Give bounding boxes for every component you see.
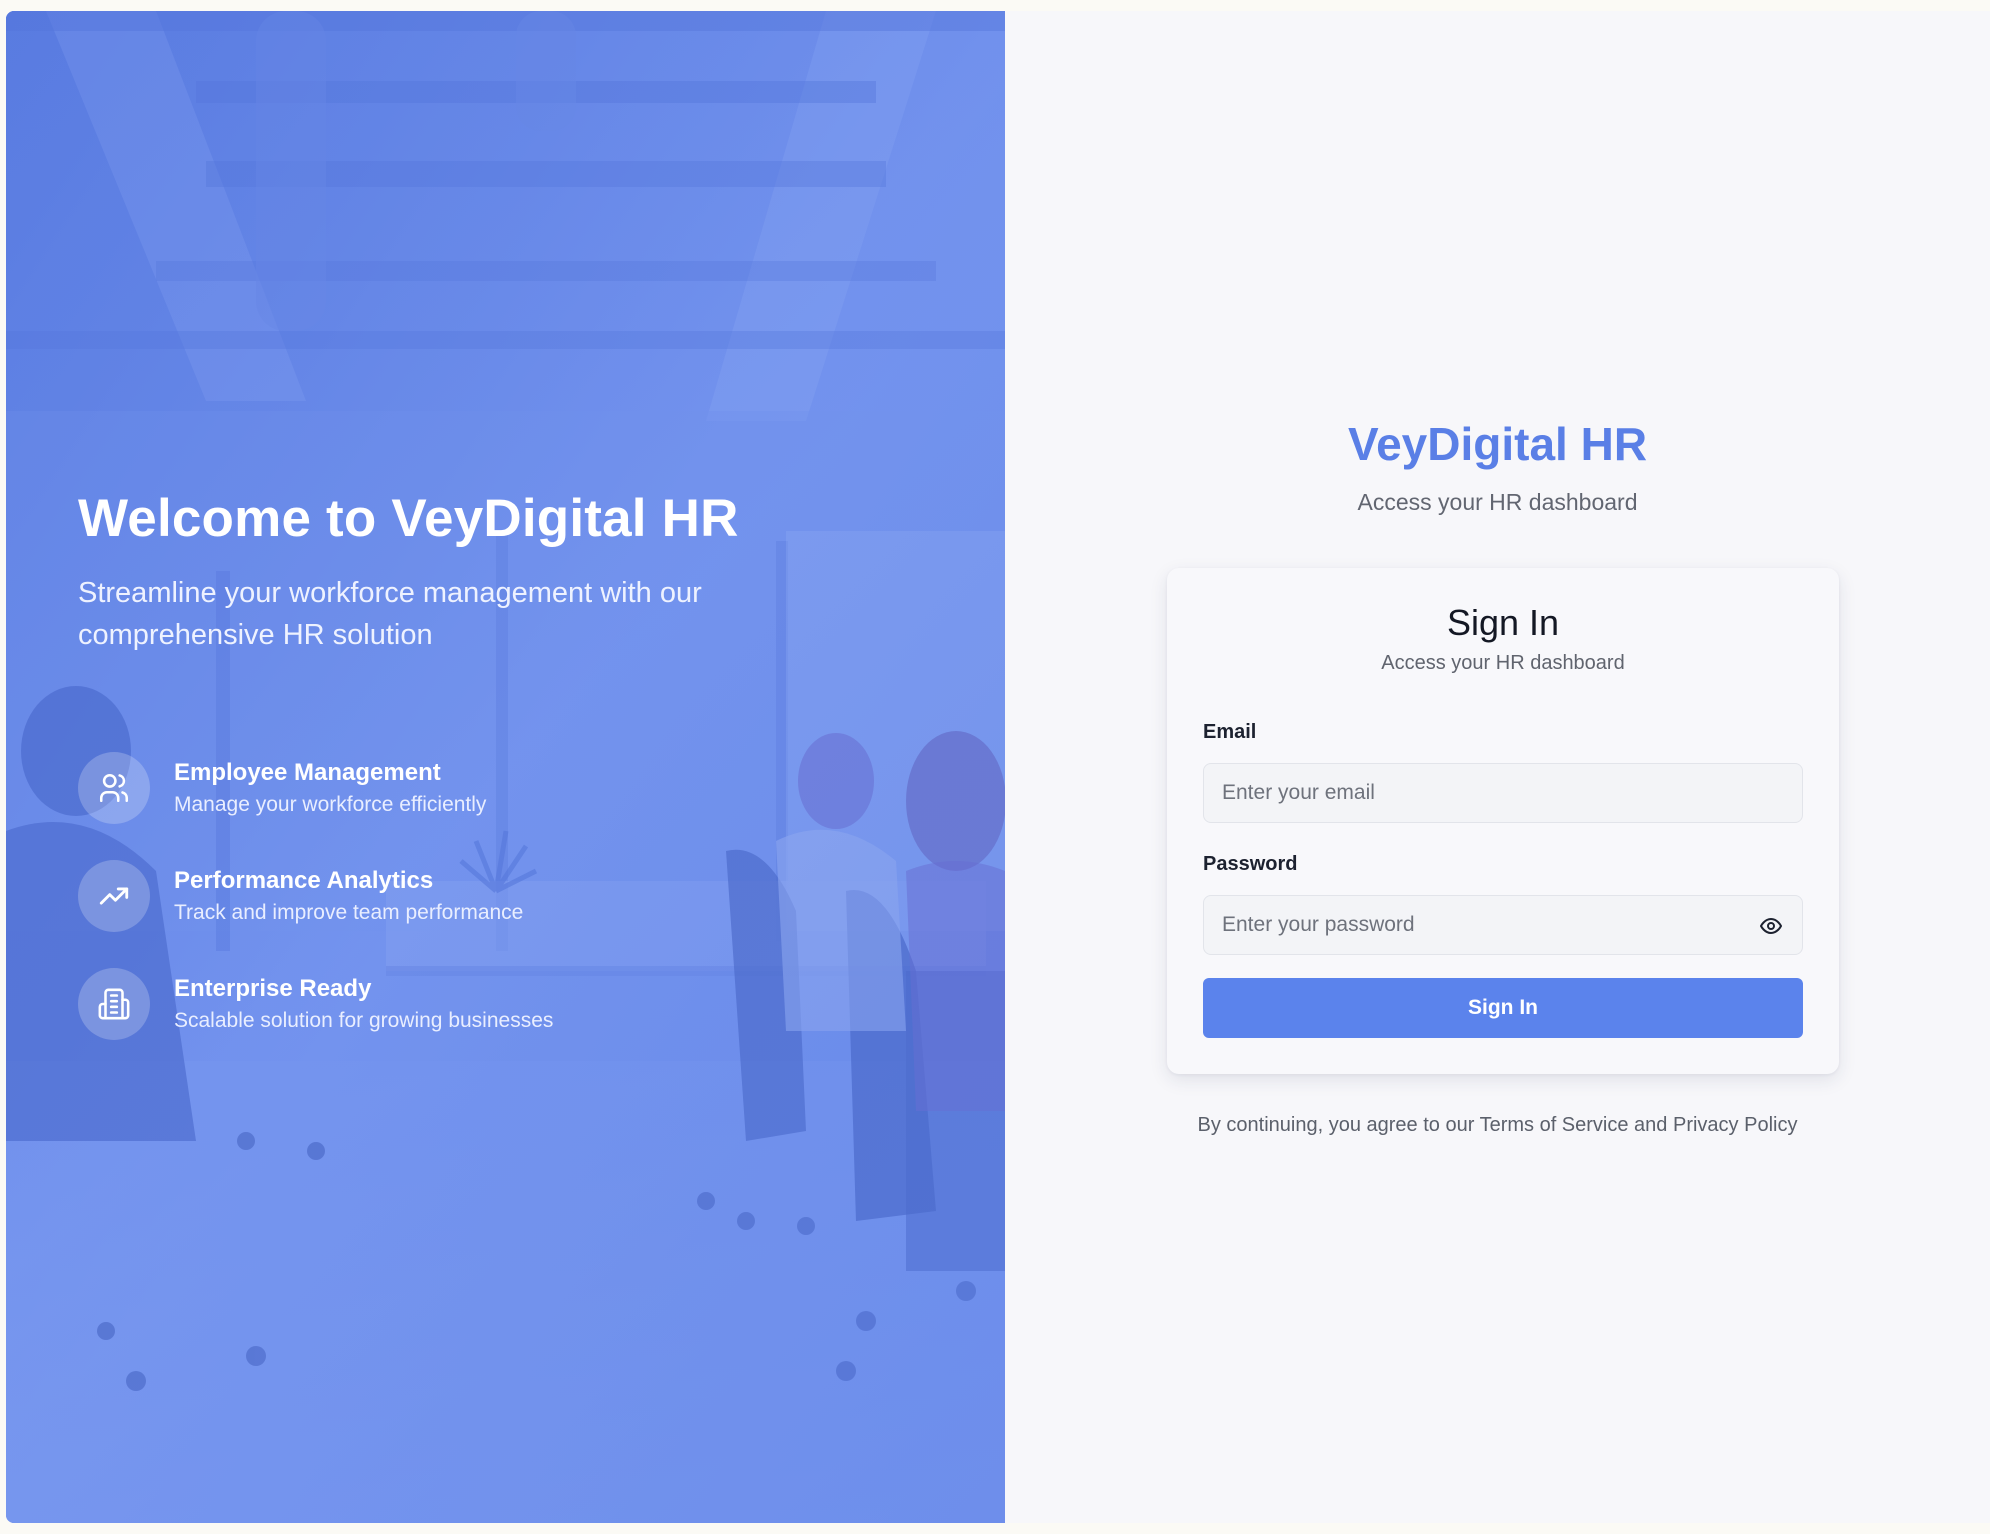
sign-in-button[interactable]: Sign In bbox=[1203, 978, 1803, 1038]
password-placeholder: Enter your password bbox=[1222, 913, 1415, 936]
eye-icon[interactable] bbox=[1758, 914, 1784, 938]
hero-subtitle: Streamline your workforce management wit… bbox=[78, 576, 702, 651]
feature-item: Performance Analytics Track and improve … bbox=[78, 859, 938, 932]
feature-title: Performance Analytics bbox=[174, 866, 434, 894]
feature-description: Track and improve team performance bbox=[174, 900, 524, 924]
email-label: Email bbox=[1203, 721, 1257, 743]
brand-subtitle: Access your HR dashboard bbox=[1357, 489, 1638, 515]
feature-text: Enterprise Ready Scalable solution for g… bbox=[174, 974, 553, 1036]
hero-panel: Welcome to VeyDigital HR Streamline your… bbox=[6, 11, 1005, 1523]
login-page: Welcome to VeyDigital HR Streamline your… bbox=[6, 11, 1990, 1523]
card-subtitle: Access your HR dashboard bbox=[1381, 652, 1625, 674]
feature-text: Performance Analytics Track and improve … bbox=[174, 866, 523, 928]
feature-title: Employee Management bbox=[174, 758, 441, 786]
feature-list: Employee Management Manage your workforc… bbox=[78, 751, 938, 1040]
feature-item: Employee Management Manage your workforc… bbox=[78, 751, 938, 824]
brand-title: VeyDigital HR bbox=[1347, 418, 1648, 470]
feature-description: Scalable solution for growing businesses bbox=[174, 1008, 554, 1032]
card-title: Sign In bbox=[1446, 602, 1560, 643]
building-icon bbox=[78, 967, 150, 1040]
password-label: Password bbox=[1203, 853, 1298, 875]
sign-in-card: Sign In Access your HR dashboard Email E… bbox=[1167, 568, 1839, 1074]
hero-title: Welcome to VeyDigital HR bbox=[78, 489, 739, 548]
feature-item: Enterprise Ready Scalable solution for g… bbox=[78, 967, 938, 1040]
feature-title: Enterprise Ready bbox=[174, 974, 372, 1002]
users-icon bbox=[78, 751, 150, 824]
feature-text: Employee Management Manage your workforc… bbox=[174, 758, 486, 820]
trending-up-icon bbox=[78, 859, 150, 932]
password-field[interactable]: Enter your password bbox=[1203, 895, 1803, 955]
feature-description: Manage your workforce efficiently bbox=[174, 792, 487, 816]
email-placeholder: Enter your email bbox=[1222, 781, 1375, 804]
hero-content: Welcome to VeyDigital HR Streamline your… bbox=[78, 489, 938, 1076]
legal-text: By continuing, you agree to our Terms of… bbox=[1197, 1114, 1798, 1136]
email-field[interactable]: Enter your email bbox=[1203, 763, 1803, 823]
auth-panel: VeyDigital HR Access your HR dashboard S… bbox=[1005, 11, 1990, 1523]
